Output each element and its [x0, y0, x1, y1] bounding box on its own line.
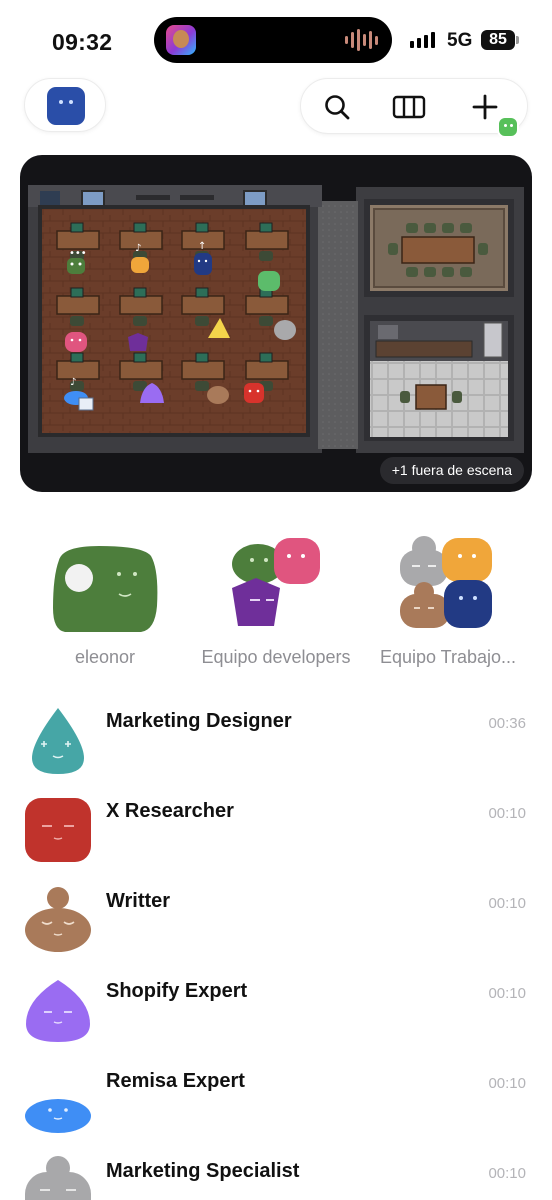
purple-drop-avatar-icon: [26, 980, 90, 1042]
group-name: eleonor: [74, 647, 136, 667]
red-square-avatar-icon: [25, 798, 91, 862]
green-avatar-icon: [53, 546, 158, 632]
svg-text:•••: •••: [69, 248, 87, 259]
chat-title: Shopify Expert: [106, 980, 248, 1002]
chat-title: Writter: [106, 890, 171, 912]
chat-title: Marketing Specialist: [106, 1160, 300, 1182]
svg-text:♪: ♪: [135, 243, 141, 254]
status-time: 09:32: [52, 29, 113, 55]
signal-icon: [410, 32, 435, 48]
chat-title: Remisa Expert: [106, 1070, 245, 1092]
chat-time: 00:10: [488, 895, 526, 912]
brown-blob-avatar-icon: [25, 887, 91, 952]
search-icon: [325, 95, 350, 120]
audio-wave-icon: [345, 29, 378, 51]
chat-time: 00:10: [488, 805, 526, 822]
gray-blob-avatar-icon: [25, 1156, 91, 1200]
group-equipo-trabajo[interactable]: Equipo Trabajo...: [368, 530, 528, 675]
group-name: Equipo Trabajo...: [379, 647, 517, 667]
status-bar: 09:32 5G 85: [0, 0, 552, 80]
group-eleonor[interactable]: eleonor: [25, 530, 185, 675]
network-type: 5G: [447, 30, 473, 51]
group-carousel: eleonor Equipo developers Equipo Trabajo…: [0, 530, 552, 675]
chat-time: 00:10: [488, 985, 526, 1002]
header-actions: [300, 78, 528, 134]
profile-button[interactable]: [24, 78, 106, 132]
svg-text:↑: ↑: [198, 241, 206, 252]
work-team-group-icon: [400, 536, 492, 628]
group-name: Equipo developers: [201, 647, 351, 667]
teal-drop-avatar-icon: [32, 708, 84, 774]
chat-title: Marketing Designer: [106, 710, 292, 732]
chat-time: 00:10: [488, 1075, 526, 1092]
chat-time: 00:36: [488, 715, 526, 732]
battery-cap: [516, 36, 519, 44]
office-scene: ••• ♪ ↑ ♪: [28, 185, 524, 453]
chat-row-shopify-expert[interactable]: Shopify Expert 00:10: [0, 960, 552, 1050]
chat-row-marketing-specialist[interactable]: Marketing Specialist 00:10: [0, 1140, 552, 1200]
chat-row-x-researcher[interactable]: X Researcher 00:10: [0, 780, 552, 870]
group-equipo-developers[interactable]: Equipo developers: [196, 530, 356, 675]
offscreen-badge[interactable]: +1 fuera de escena: [379, 457, 524, 484]
developers-group-icon: [232, 538, 320, 626]
svg-text:♪: ♪: [70, 377, 76, 388]
chat-title: X Researcher: [106, 800, 234, 822]
blue-oval-avatar-icon: [25, 1099, 91, 1133]
blue-avatar-icon: [47, 87, 85, 125]
battery-icon: 85: [481, 30, 515, 50]
search-button[interactable]: [317, 87, 357, 127]
chat-row-remisa-expert[interactable]: Remisa Expert 00:10: [0, 1050, 552, 1140]
columns-icon: [392, 95, 426, 119]
green-avatar-status-icon: [497, 116, 519, 138]
dynamic-island[interactable]: [154, 17, 392, 63]
chat-row-writter[interactable]: Writter 00:10: [0, 870, 552, 960]
chat-time: 00:10: [488, 1165, 526, 1182]
columns-button[interactable]: [389, 87, 429, 127]
chat-row-marketing-designer[interactable]: Marketing Designer 00:36: [0, 690, 552, 780]
music-app-icon[interactable]: [166, 25, 196, 55]
plus-icon: [472, 94, 498, 120]
office-map[interactable]: ••• ♪ ↑ ♪ +1 fuera de escena: [20, 155, 532, 492]
